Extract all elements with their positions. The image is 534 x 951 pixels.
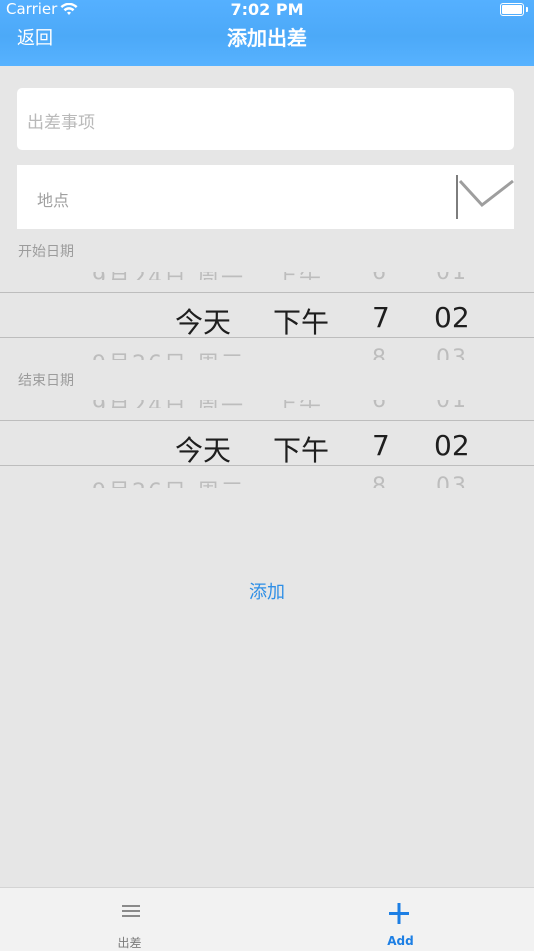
picker-selection[interactable]: 今天 下午 7 02 [0,420,534,469]
picker-hour[interactable]: 7 [372,301,390,334]
picker-ghost-ampm: 上午 [275,272,323,280]
picker-ghost-hour: 6 [372,400,388,408]
picker-ghost-date: 9月26日 周三 [92,474,245,488]
tab-add-label: Add [387,934,414,948]
status-bar: Carrier 7:02 PM [0,0,534,22]
picker-minute[interactable]: 02 [434,301,470,334]
battery-icon [500,3,524,16]
picker-selection[interactable]: 今天 下午 7 02 [0,292,534,341]
tab-bar: 出差 Add [0,887,534,951]
place-placeholder: 地点 [37,191,70,210]
picker-ghost-ampm: 上午 [275,400,323,408]
purpose-field[interactable]: 出差事项 [17,88,514,150]
tab-trips[interactable]: 出差 [0,888,267,951]
picker-ghost-date: 9月26日 周三 [92,346,245,360]
picker-ghost-minute: 01 [436,272,468,280]
picker-row-above: 9月24日 周一 上午 6 01 [0,400,534,408]
picker-row-above: 9月24日 周一 上午 6 01 [0,272,534,280]
end-date-label: 结束日期 [18,373,74,389]
chevron-down-icon[interactable] [456,175,514,219]
battery-nub [526,7,528,12]
tab-add[interactable]: Add [267,888,534,951]
picker-ampm[interactable]: 下午 [273,429,329,469]
picker-row-below: 9月26日 周三 8 03 [0,474,534,488]
start-date-picker[interactable]: 9月24日 周一 上午 6 01 今天 下午 7 02 9月26日 周三 8 0… [0,272,534,364]
picker-ghost-date: 9月24日 周一 [92,272,245,280]
add-button[interactable]: 添加 [0,578,534,604]
tab-trips-label: 出差 [117,936,142,950]
plus-icon [267,900,534,924]
page-title: 添加出差 [227,26,307,50]
picker-ghost-minute: 03 [436,346,468,360]
purpose-placeholder: 出差事项 [27,113,95,133]
picker-day[interactable]: 今天 [175,301,231,341]
picker-row-below: 9月26日 周三 8 03 [0,346,534,360]
navigation-bar: Carrier 7:02 PM 返回 添加出差 [0,0,534,66]
place-field[interactable]: 地点 [17,165,514,229]
picker-hour[interactable]: 7 [372,429,390,462]
clock: 7:02 PM [230,0,304,19]
picker-ampm[interactable]: 下午 [273,301,329,341]
picker-day[interactable]: 今天 [175,429,231,469]
picker-ghost-hour: 8 [372,474,388,488]
picker-ghost-date: 9月24日 周一 [92,400,245,408]
picker-minute[interactable]: 02 [434,429,470,462]
picker-ghost-hour: 6 [372,272,388,280]
list-icon [0,900,267,924]
picker-ghost-minute: 03 [436,474,468,488]
end-date-picker[interactable]: 9月24日 周一 上午 6 01 今天 下午 7 02 9月26日 周三 8 0… [0,400,534,492]
picker-ghost-hour: 8 [372,346,388,360]
start-date-label: 开始日期 [18,244,74,260]
picker-ghost-minute: 01 [436,400,468,408]
